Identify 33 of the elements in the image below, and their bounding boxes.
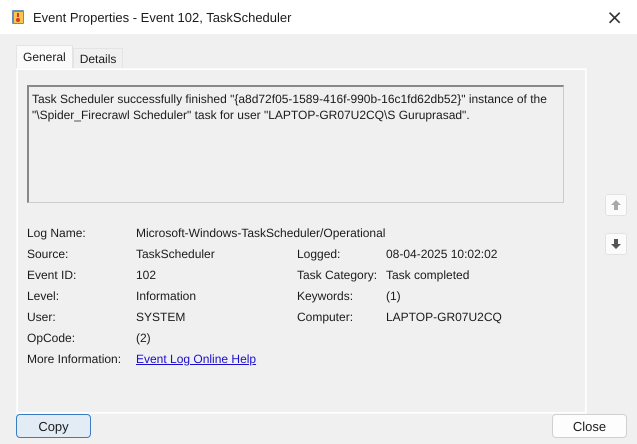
down-arrow-icon <box>610 238 622 250</box>
field-label: User: <box>27 309 57 325</box>
window-title: Event Properties - Event 102, TaskScheduler <box>33 10 292 24</box>
field-label: Keywords: <box>297 288 354 304</box>
field-value: (1) <box>386 288 402 304</box>
field-value: SYSTEM <box>136 309 186 325</box>
field-value: (2) <box>136 330 152 346</box>
field-label: Logged: <box>297 246 342 262</box>
help-link[interactable]: Event Log Online Help <box>136 352 256 366</box>
field-label: Computer: <box>297 309 354 325</box>
description-box: Task Scheduler successfully finished "{a8d72f05-1589-416f-990b-16c1fd62db52}" instance of the "\Spider_Firecrawl Scheduler" task for user "LAPTOP-GR07U2CQ\S Guruprasad". <box>27 85 564 203</box>
field-label: Level: <box>27 288 60 304</box>
close-button[interactable]: Close <box>552 414 627 438</box>
field-value: TaskScheduler <box>136 246 216 262</box>
field-value: Microsoft-Windows-TaskScheduler/Operational <box>136 225 386 241</box>
field-label: More Information: <box>27 351 122 367</box>
event-log-icon <box>10 9 26 25</box>
field-label: Log Name: <box>27 225 87 241</box>
field-value: 102 <box>136 267 158 283</box>
field-label: Task Category: <box>297 267 378 283</box>
tab[interactable]: Details <box>72 48 124 68</box>
field-label: OpCode: <box>27 330 76 346</box>
field-label: Event ID: <box>27 267 78 283</box>
copy-button[interactable]: Copy <box>16 414 91 438</box>
close-button[interactable]: × <box>602 5 627 29</box>
field-value: LAPTOP-GR07U2CQ <box>386 309 503 325</box>
up-arrow-icon <box>610 199 622 211</box>
tab[interactable]: General <box>16 45 73 68</box>
next-button[interactable] <box>605 233 627 255</box>
field-label: Source: <box>27 246 70 262</box>
field-value: 08-04-2025 10:02:02 <box>386 246 498 262</box>
field-value: Task completed <box>386 267 470 283</box>
field-value: Information <box>136 288 198 304</box>
